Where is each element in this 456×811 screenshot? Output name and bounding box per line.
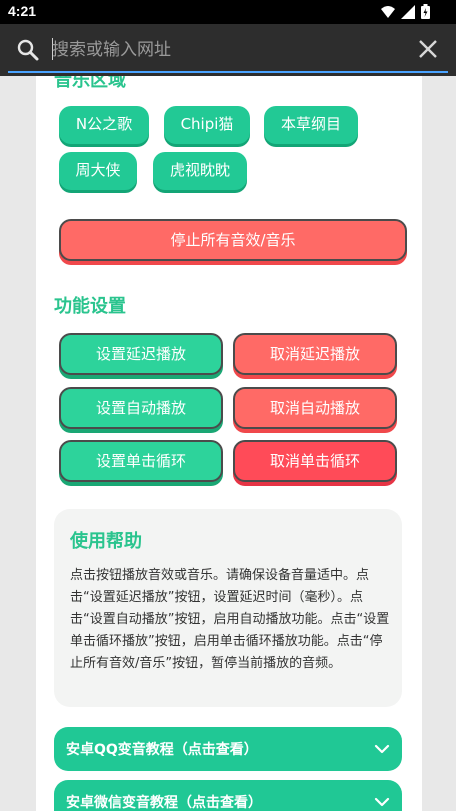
set-click-loop-button[interactable]: 设置单击循环 [59,440,223,482]
help-body: 点击按钮播放音效或音乐。请确保设备音量适中。点击“设置延迟播放”按钮，设置延迟时… [70,568,390,671]
close-icon[interactable] [418,39,438,63]
stop-all-audio-button[interactable]: 停止所有音效/音乐 [59,219,407,261]
set-delay-play-button[interactable]: 设置延迟播放 [59,333,223,375]
search-icon[interactable] [16,38,40,66]
cellular-signal-icon [401,4,415,23]
song-button-bencao-gangmu[interactable]: 本草纲目 [264,106,358,144]
music-section-title: 音乐区域 [54,76,126,91]
chevron-down-icon [374,794,390,811]
content-card: 音乐区域 N公之歌 Chipi猫 本草纲目 周大侠 虎视眈眈 停止所有音效/音乐… [36,76,422,811]
chevron-down-icon [374,741,390,761]
help-panel: 使用帮助 点击按钮播放音效或音乐。请确保设备音量适中。点击“设置延迟播放”按钮，… [54,509,402,707]
cancel-delay-play-button[interactable]: 取消延迟播放 [233,333,397,375]
status-time: 4:21 [8,3,37,19]
qq-voice-tutorial-accordion[interactable]: 安卓QQ变音教程（点击查看） [54,727,402,771]
url-search-input[interactable]: 搜索或输入网址 [52,36,392,64]
wechat-voice-tutorial-accordion[interactable]: 安卓微信变音教程（点击查看） [54,780,402,811]
accordion-label: 安卓QQ变音教程（点击查看） [66,742,258,758]
cancel-auto-play-button[interactable]: 取消自动播放 [233,387,397,429]
address-bar-focus-line [8,71,448,73]
help-title: 使用帮助 [70,531,142,552]
settings-section-title: 功能设置 [54,296,126,317]
song-button-chipi-cat[interactable]: Chipi猫 [164,106,250,144]
battery-icon [421,4,430,23]
accordion-label: 安卓微信变音教程（点击查看） [66,795,262,811]
song-button-n-gong[interactable]: N公之歌 [59,106,149,144]
address-bar: 搜索或输入网址 [0,24,456,76]
set-auto-play-button[interactable]: 设置自动播放 [59,387,223,429]
cancel-click-loop-button[interactable]: 取消单击循环 [233,440,397,482]
song-button-zhou-daxia[interactable]: 周大侠 [59,152,137,190]
song-button-hushi-dandan[interactable]: 虎视眈眈 [153,152,247,190]
status-bar: 4:21 [0,0,456,24]
wifi-icon [381,4,395,23]
